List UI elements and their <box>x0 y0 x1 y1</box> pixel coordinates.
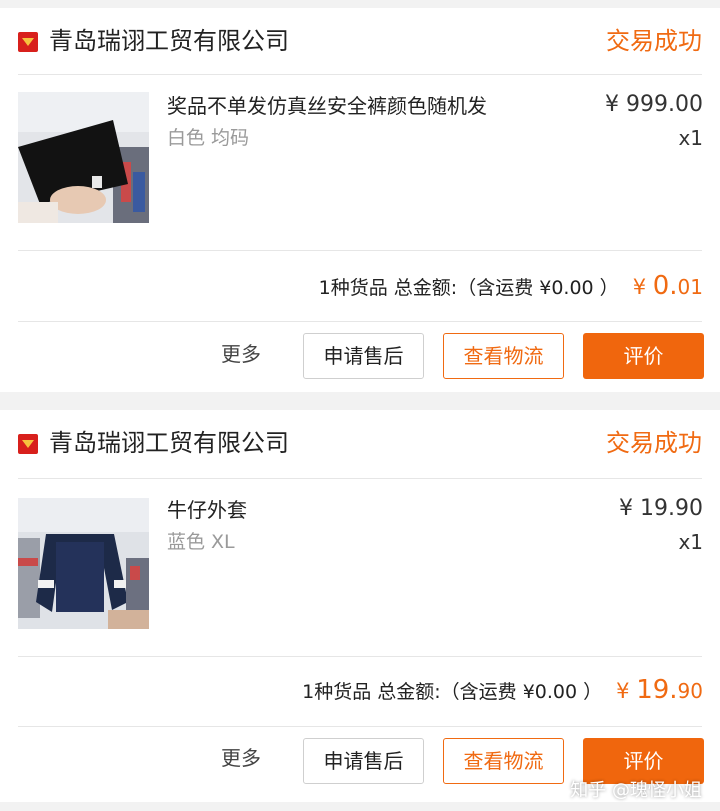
product-quantity: x1 <box>678 126 703 150</box>
divider <box>18 478 702 479</box>
total-amount-dec: 90 <box>677 679 703 703</box>
after-sale-button[interactable]: 申请售后 <box>303 738 424 784</box>
shop-name[interactable]: 青岛瑞诩工贸有限公司 <box>49 426 289 460</box>
product-thumbnail[interactable] <box>18 92 149 223</box>
order-summary: 1种货品 总金额:（含运费 ¥0.00 ） ¥ 0.01 <box>319 268 703 306</box>
more-button[interactable]: 更多 <box>221 744 261 772</box>
product-quantity: x1 <box>678 530 703 554</box>
shop-header[interactable]: 青岛瑞诩工贸有限公司 交易成功 <box>18 8 702 74</box>
divider <box>18 656 702 657</box>
order-card: 青岛瑞诩工贸有限公司 交易成功 牛仔外套 蓝色 XL ¥ 19.90 x1 1种… <box>0 410 720 802</box>
after-sale-button[interactable]: 申请售后 <box>303 333 424 379</box>
view-logistics-button[interactable]: 查看物流 <box>443 333 564 379</box>
summary-text: 1种货品 总金额:（含运费 ¥0.00 ） <box>318 277 619 299</box>
review-button[interactable]: 评价 <box>583 738 704 784</box>
divider <box>18 250 702 251</box>
product-spec: 蓝色 XL <box>167 531 235 553</box>
summary-text: 1种货品 总金额:（含运费 ¥0.00 ） <box>302 681 603 703</box>
total-amount-int: 19. <box>636 675 678 705</box>
more-button[interactable]: 更多 <box>221 340 261 368</box>
product-title[interactable]: 奖品不单发仿真丝安全裤颜色随机发 <box>167 92 487 120</box>
watermark: 知乎 @瑰怪小姐 <box>570 780 702 801</box>
divider <box>18 321 702 322</box>
shop-name[interactable]: 青岛瑞诩工贸有限公司 <box>49 24 289 58</box>
product-spec: 白色 均码 <box>167 127 250 149</box>
order-status: 交易成功 <box>606 27 702 55</box>
order-summary: 1种货品 总金额:（含运费 ¥0.00 ） ¥ 19.90 <box>302 672 703 710</box>
review-button[interactable]: 评价 <box>583 333 704 379</box>
shop-logo-icon <box>18 434 38 454</box>
product-title[interactable]: 牛仔外套 <box>167 496 247 524</box>
divider <box>18 726 702 727</box>
shop-header[interactable]: 青岛瑞诩工贸有限公司 交易成功 <box>18 410 702 476</box>
shop-logo-icon <box>18 32 38 52</box>
divider <box>18 74 702 75</box>
order-status: 交易成功 <box>606 429 702 457</box>
product-price: ¥ 999.00 <box>605 92 703 117</box>
total-amount-dec: 01 <box>677 275 703 299</box>
order-card: 青岛瑞诩工贸有限公司 交易成功 奖品不单发仿真丝安全裤颜色随机发 白色 均码 ¥… <box>0 8 720 392</box>
product-price: ¥ 19.90 <box>619 496 703 521</box>
view-logistics-button[interactable]: 查看物流 <box>443 738 564 784</box>
product-thumbnail[interactable] <box>18 498 149 629</box>
total-symbol: ¥ <box>616 679 637 703</box>
total-amount-int: 0. <box>652 271 678 301</box>
total-symbol: ¥ <box>632 275 653 299</box>
